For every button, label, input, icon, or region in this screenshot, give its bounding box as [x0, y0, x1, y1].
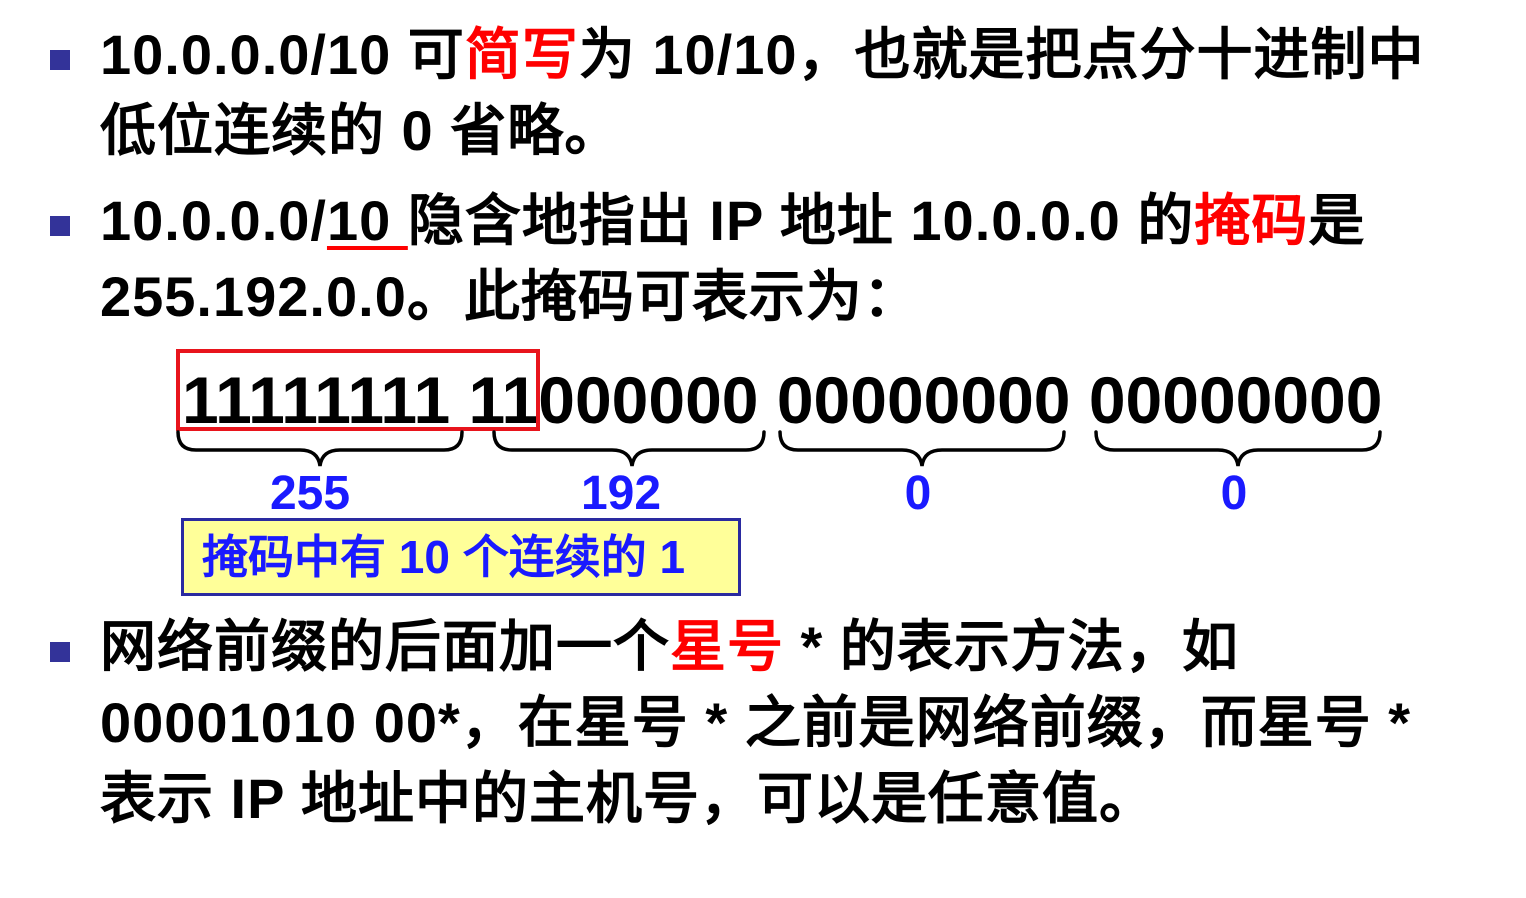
brace-octet-2 — [492, 430, 766, 467]
brace-octet-3 — [778, 430, 1066, 467]
octet-value-4: 0 — [1220, 467, 1248, 520]
ten-ones-callout: 掩码中有 10 个连续的 1 — [181, 518, 741, 596]
bullet-marker-3 — [50, 642, 70, 662]
brace-octet-4 — [1094, 430, 1382, 467]
octet-value-1: 255 — [269, 467, 351, 520]
bullet-3-text-line3: 表示 IP 地址中的主机号，可以是任意值。 — [100, 767, 1157, 830]
octet-value-3: 0 — [904, 467, 932, 520]
bullet-3-text-a: 网络前缀的后面加一个 — [100, 615, 670, 678]
octet-value-2: 192 — [580, 467, 662, 520]
bullet-3-line-1: 网络前缀的后面加一个星号 * 的表示方法，如 — [100, 612, 1239, 682]
bullet-3-text-line2: 00001010 00*，在星号 * 之前是网络前缀，而星号 * — [100, 691, 1412, 754]
bullet-3-line-3: 表示 IP 地址中的主机号，可以是任意值。 — [100, 764, 1156, 834]
bullet-3-line-2: 00001010 00*，在星号 * 之前是网络前缀，而星号 * — [100, 688, 1411, 758]
bullet-3-text-b: * 的表示方法，如 — [784, 615, 1239, 678]
bullet-3-highlight: 星号 — [670, 615, 784, 678]
brace-octet-1 — [176, 430, 464, 467]
